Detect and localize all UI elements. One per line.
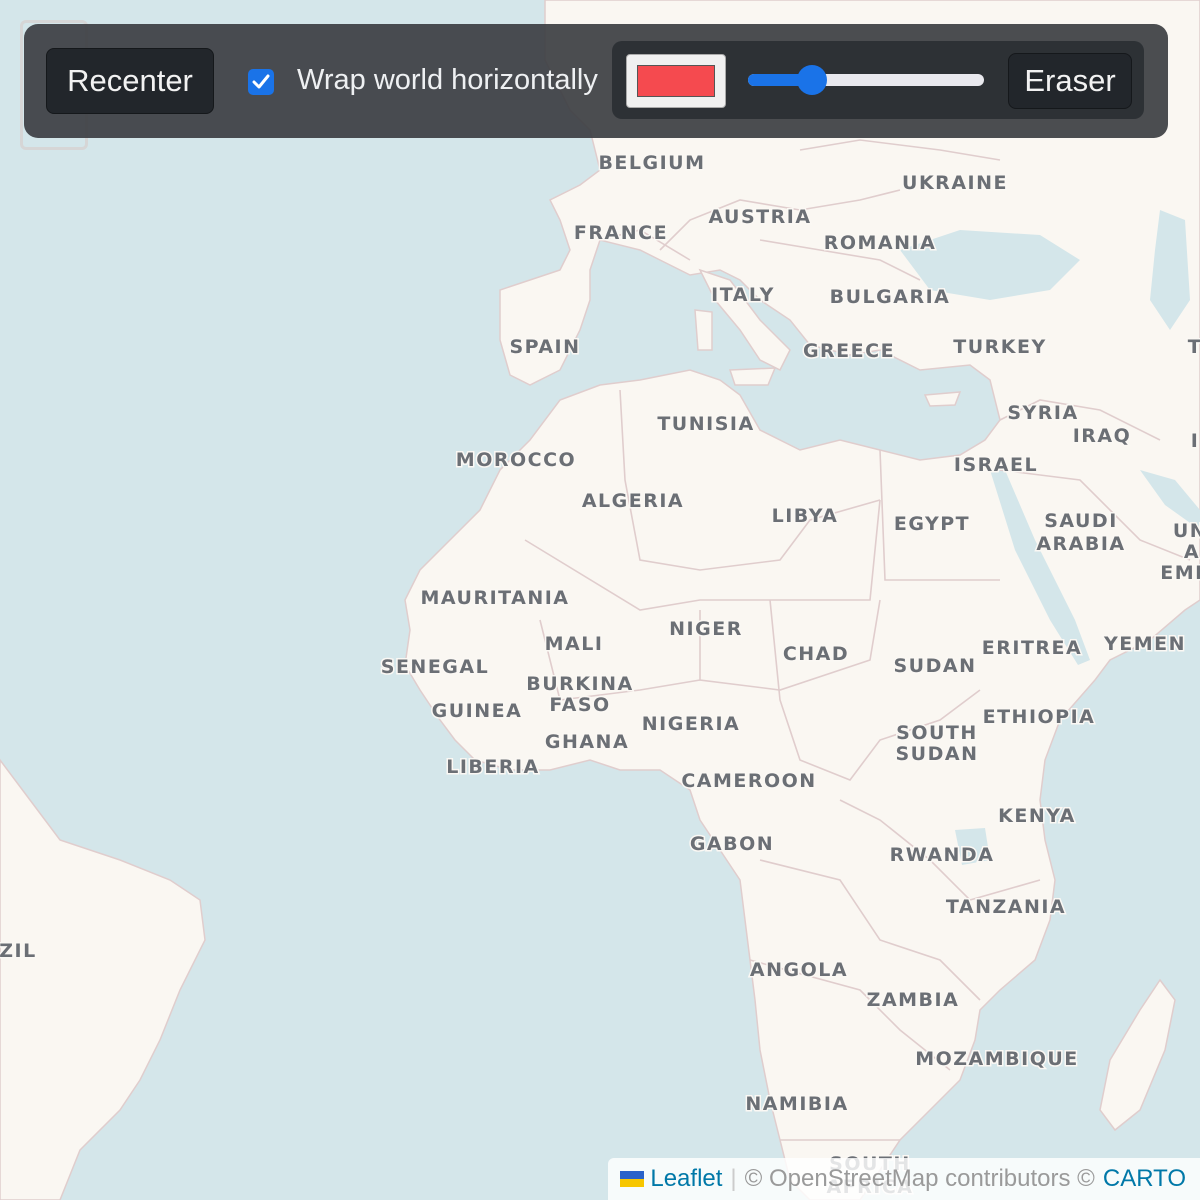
country-label: CAMEROON	[681, 770, 816, 792]
landmass-sicily	[728, 367, 777, 386]
leaflet-link[interactable]: Leaflet	[650, 1165, 722, 1193]
country-label: ITALY	[711, 284, 775, 306]
country-label: AUSTRIA	[708, 206, 811, 228]
country-label: ISRAEL	[954, 454, 1038, 476]
country-label: MOROCCO	[456, 449, 576, 471]
country-label: EGYPT	[894, 513, 970, 535]
country-label: SUDAN	[896, 743, 979, 765]
country-label: BURKINA	[526, 673, 633, 695]
country-label: SPAIN	[509, 336, 580, 358]
country-label: FASO	[549, 694, 610, 716]
attribution-text: © OpenStreetMap contributors ©	[744, 1165, 1095, 1192]
country-label: SYRIA	[1007, 402, 1078, 424]
country-label: SUDAN	[894, 655, 977, 677]
brush-color-swatch	[637, 65, 715, 97]
country-label: MALI	[545, 633, 604, 655]
country-label: CHAD	[783, 643, 849, 665]
country-label: ROMANIA	[824, 232, 937, 254]
brush-color-picker[interactable]	[626, 54, 726, 108]
country-label: TURKEY	[953, 336, 1046, 358]
landmass-sardinia	[694, 309, 713, 351]
country-label: ALGERIA	[582, 490, 684, 512]
country-label: GREECE	[803, 340, 895, 362]
country-label: EMI	[1160, 562, 1200, 584]
attribution-separator: |	[730, 1165, 737, 1192]
country-label: NAMIBIA	[745, 1093, 848, 1115]
country-label: BELGIUM	[598, 152, 705, 174]
brush-size-slider[interactable]	[748, 65, 984, 95]
country-label: NIGER	[669, 618, 743, 640]
country-label: BULGARIA	[830, 286, 951, 308]
wrap-world-label[interactable]: Wrap world horizontally	[297, 64, 598, 97]
map-attribution: Leaflet | © OpenStreetMap contributors ©…	[608, 1158, 1200, 1200]
country-label: TUNISIA	[657, 413, 754, 435]
country-label: A	[1184, 541, 1200, 563]
country-label: IRAQ	[1073, 425, 1132, 447]
country-label: ETHIOPIA	[983, 706, 1096, 728]
checkmark-icon	[252, 74, 270, 89]
country-label: TANZANIA	[946, 896, 1066, 918]
country-label: ANGOLA	[750, 959, 848, 981]
map-canvas[interactable]: BELGIUM UKRAINE FRANCE AUSTRIA ROMANIA ITALY B…	[0, 0, 1200, 1200]
country-label: ZAMBIA	[867, 989, 960, 1011]
country-label: SOUTH	[896, 722, 978, 744]
brush-controls: Eraser	[612, 41, 1144, 119]
country-label: UN	[1173, 520, 1200, 542]
slider-thumb[interactable]	[796, 65, 827, 95]
country-label: T	[1188, 336, 1200, 358]
country-label: GABON	[690, 833, 774, 855]
country-label: ERITREA	[982, 637, 1082, 659]
country-label: ZIL	[0, 940, 37, 962]
basemap[interactable]: BELGIUM UKRAINE FRANCE AUSTRIA ROMANIA ITALY B…	[0, 0, 1200, 1200]
country-label: GUINEA	[432, 700, 523, 722]
country-label: FRANCE	[574, 222, 668, 244]
country-label: GHANA	[545, 731, 629, 753]
country-label: UKRAINE	[902, 172, 1008, 194]
country-label: LIBYA	[772, 505, 839, 527]
country-label: MAURITANIA	[420, 587, 569, 609]
country-label: ARABIA	[1036, 533, 1125, 555]
landmass-cyprus	[923, 391, 962, 407]
country-label: I	[1191, 430, 1200, 452]
country-label: SAUDI	[1044, 510, 1118, 532]
recenter-button[interactable]: Recenter	[46, 48, 214, 114]
eraser-button[interactable]: Eraser	[1008, 53, 1132, 109]
wrap-world-checkbox[interactable]	[248, 69, 274, 95]
country-label: NIGERIA	[642, 713, 740, 735]
country-label: LIBERIA	[446, 756, 540, 778]
country-label: YEMEN	[1103, 633, 1186, 655]
country-label: RWANDA	[890, 844, 995, 866]
ukraine-flag-icon	[620, 1171, 645, 1187]
carto-link[interactable]: CARTO	[1103, 1165, 1186, 1193]
country-label: KENYA	[998, 805, 1076, 827]
country-label: MOZAMBIQUE	[915, 1048, 1079, 1070]
drawing-toolbar: Recenter Wrap world horizontally Eraser	[24, 24, 1168, 138]
country-label: SENEGAL	[381, 656, 489, 678]
